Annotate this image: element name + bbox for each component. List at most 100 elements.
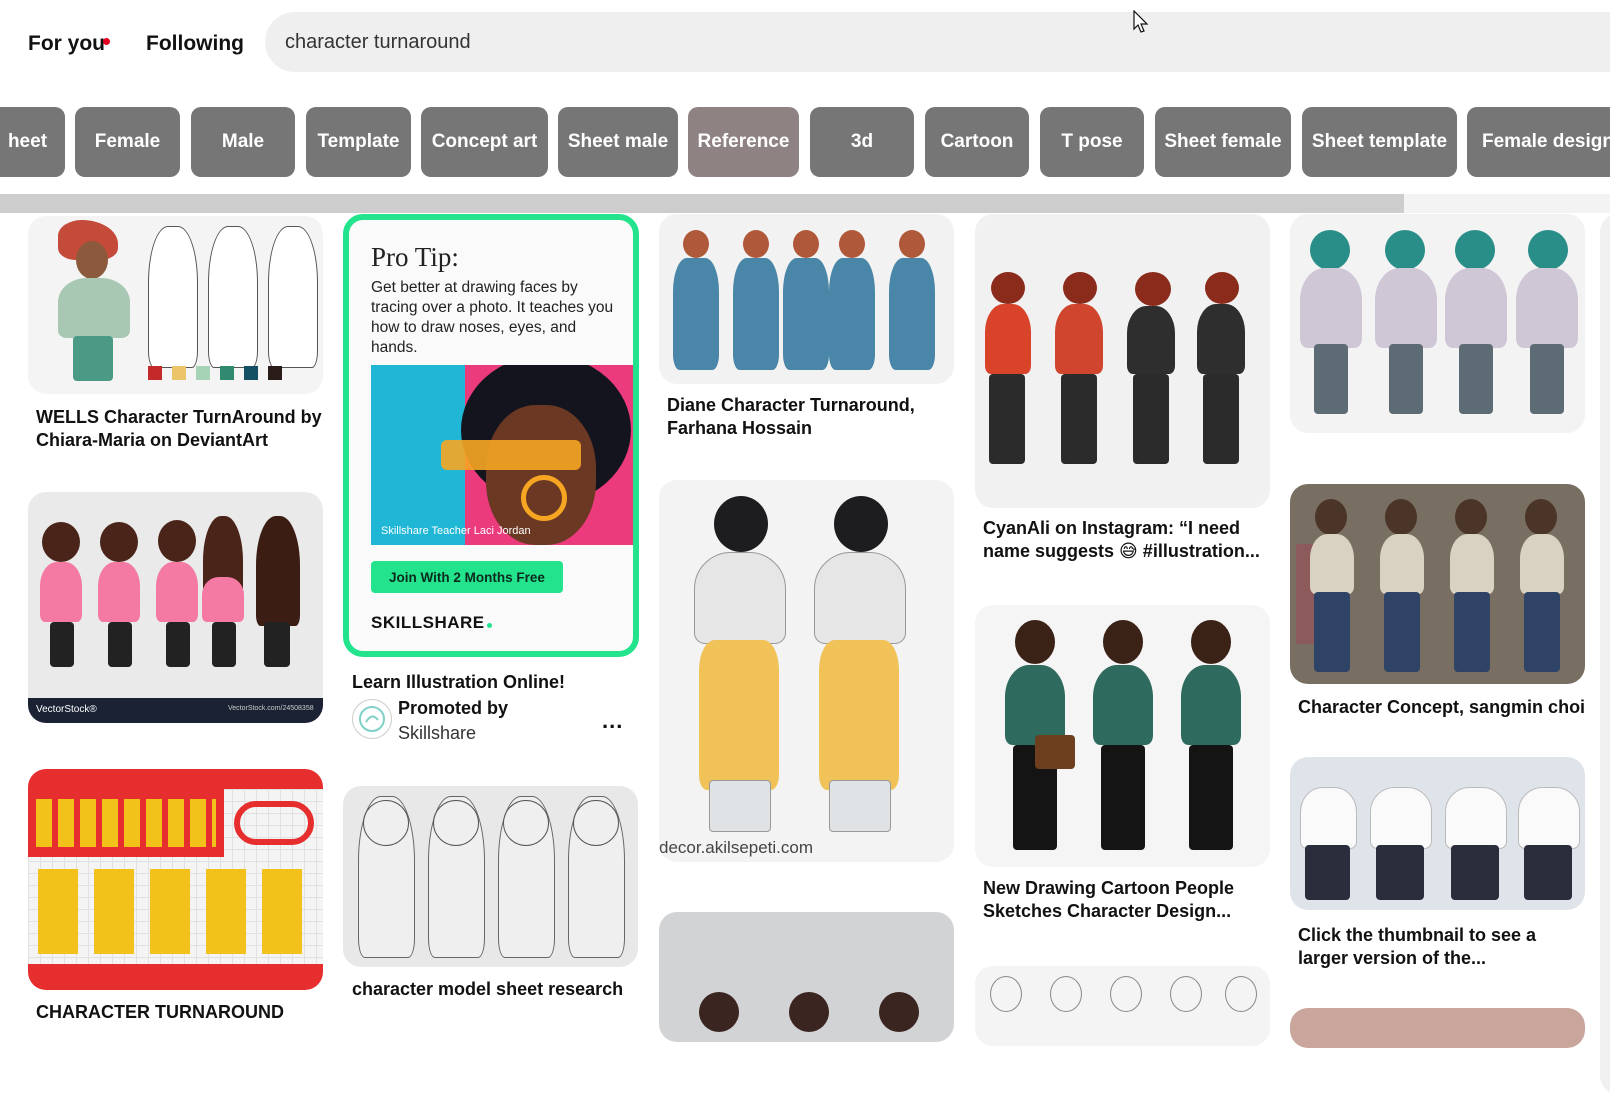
chip-3d[interactable]: 3d [810,107,914,177]
chip-female-design[interactable]: Female design r [1467,107,1610,177]
character-pants [1133,374,1169,464]
pin-title-wells-1[interactable]: WELLS Character TurnAround by [36,406,322,429]
skillshare-avatar-icon [359,706,385,732]
pin-image-jacket-girl[interactable] [1290,214,1585,433]
chip-sheet[interactable]: heet [0,107,65,177]
character-shirt [1310,534,1354,594]
character-hair [1135,272,1171,306]
character-pants [1203,374,1239,464]
character-head [683,230,709,258]
palette-swatch [220,366,234,380]
pin-image-character-turnaround[interactable] [28,769,323,990]
chip-female[interactable]: Female [75,107,180,177]
pin-title-character-turnaround[interactable]: CHARACTER TURNAROUND [36,1001,284,1024]
vectorstock-url: VectorStock.com/24508358 [228,705,314,712]
character-legs [1459,344,1493,414]
character-legs [108,622,132,667]
pin-image-wells[interactable] [28,216,323,394]
chip-sheet-male[interactable]: Sheet male [558,107,678,177]
pin-title-cyanali-2[interactable]: name suggests 😅 #illustration... [983,540,1260,563]
skillshare-logo: SKILLSHARE [371,613,492,633]
yellow-figures-row [36,799,216,847]
chip-t-pose[interactable]: T pose [1040,107,1144,177]
character-head [793,230,819,258]
pin-image-vectorstock[interactable]: VectorStock® VectorStock.com/24508358 [28,492,323,723]
character-hair [100,522,138,562]
pin-image-diane[interactable] [659,214,954,384]
pin-image-offscreen[interactable] [1600,214,1610,1094]
chip-sheet-female[interactable]: Sheet female [1155,107,1291,177]
vectorstock-logo: VectorStock® [36,704,97,715]
character-pants [1189,745,1233,850]
pin-title-diane-2[interactable]: Farhana Hossain [667,417,812,440]
character-jeans [1454,592,1490,672]
chip-scrollbar-thumb[interactable] [0,194,1404,213]
character-pants [1101,745,1145,850]
advertiser-avatar[interactable] [352,699,392,739]
more-options-button[interactable]: ... [602,708,623,734]
character-hair [834,496,888,552]
character-head [1525,499,1557,535]
character-pants [1524,845,1572,900]
chip-concept-art[interactable]: Concept art [421,107,548,177]
pin-image-partial-col5[interactable] [1290,1008,1585,1048]
join-button[interactable]: Join With 2 Months Free [371,561,563,593]
palette-swatch [244,366,258,380]
character-hair [42,522,80,562]
character-hair [1063,272,1097,304]
pin-title-thumbnail-2[interactable]: larger version of the... [1298,947,1486,970]
chip-sheet-template[interactable]: Sheet template [1302,107,1457,177]
ad-card-skillshare[interactable]: Pro Tip: Get better at drawing faces by … [343,214,639,657]
pin-title-diane-1[interactable]: Diane Character Turnaround, [667,394,915,417]
pin-image-partial-col3[interactable] [659,912,954,1042]
sketch-helmet [573,800,619,846]
pin-image-cyanali[interactable] [975,214,1270,508]
mouse-pointer-icon [1133,10,1149,33]
character-boots [709,780,771,832]
pin-title-concept[interactable]: Character Concept, sangmin choi [1298,696,1585,719]
pin-title-new-drawing-1[interactable]: New Drawing Cartoon People [983,877,1234,900]
pin-image-decor[interactable]: decor.akilsepeti.com [659,480,954,862]
pin-image-partial-col4[interactable] [975,966,1270,1046]
pin-title-wells-2[interactable]: Chiara-Maria on DeviantArt [36,429,268,452]
chip-reference[interactable]: Reference [688,107,799,177]
character-hair [1191,620,1231,664]
pin-image-new-drawing[interactable] [975,605,1270,867]
character-pants [1061,374,1097,464]
character-jacket [985,304,1031,374]
character-shirt [1370,787,1432,849]
palette-swatch [148,366,162,380]
character-coat [1516,268,1578,348]
pin-title-ad[interactable]: Learn Illustration Online! [352,671,565,694]
pin-title-model-sheet[interactable]: character model sheet research [352,978,623,1001]
pin-title-thumbnail-1[interactable]: Click the thumbnail to see a [1298,924,1536,947]
character-pants [819,640,899,790]
character-bag [1035,735,1075,769]
character-shirt [1005,665,1065,745]
search-input[interactable] [285,12,1185,72]
advertiser-name[interactable]: Skillshare [398,723,476,744]
character-head [699,992,739,1032]
character-shirt [1518,787,1580,849]
palette-swatch [196,366,210,380]
character-legs [264,622,290,667]
notification-dot [103,38,110,45]
character-coat [1375,268,1437,348]
character-overalls [889,258,935,370]
tab-following[interactable]: Following [146,32,244,56]
chip-template[interactable]: Template [306,107,411,177]
pin-image-thumbnail[interactable] [1290,757,1585,910]
pin-image-concept[interactable] [1290,484,1585,684]
pin-title-cyanali-1[interactable]: CyanAli on Instagram: “I need [983,517,1240,540]
chip-male[interactable]: Male [191,107,295,177]
tab-for-you[interactable]: For you [28,32,105,56]
pin-title-new-drawing-2[interactable]: Sketches Character Design... [983,900,1231,923]
chip-cartoon[interactable]: Cartoon [925,107,1029,177]
character-jacket [1055,304,1103,374]
search-bar[interactable] [265,12,1610,72]
pin-image-model-sheet[interactable] [343,786,638,967]
character-jacket [694,552,786,644]
character-pants [1376,845,1424,900]
character-shirt [1093,665,1153,745]
sketch-figure [148,226,198,368]
